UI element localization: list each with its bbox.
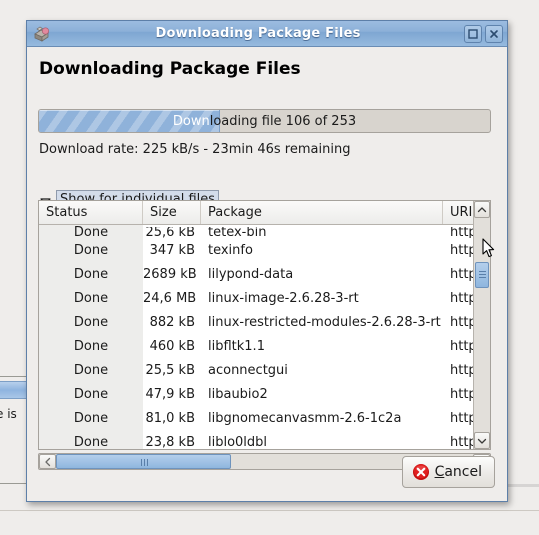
table-row[interactable]: Done25,5 kB aconnectgui http	[39, 358, 490, 382]
cell-status: Done	[39, 238, 143, 262]
column-header-uri[interactable]: URI	[443, 201, 473, 224]
cell-package: aconnectgui	[208, 362, 288, 378]
chevron-down-icon[interactable]	[474, 432, 490, 449]
cancel-label-rest: ancel	[444, 464, 482, 480]
dialog-title: Downloading Package Files	[155, 26, 361, 41]
table-row[interactable]: Done 882 kB linux-restricted-modules-2.6.2…	[39, 310, 490, 334]
list-rows-container: Done25,6 kBtetex-binhttpDone347 kBtexinf…	[39, 225, 490, 449]
table-row[interactable]: Done81,0 kB libgnomecanvasmm-2.6-1c2a http	[39, 406, 490, 430]
cancel-button-label: Cancel	[435, 464, 482, 480]
progress-label-over-fill: Down	[172, 113, 210, 129]
cell-size: 81,0 kB	[145, 410, 195, 426]
cell-size: 2689 kB	[143, 266, 197, 282]
scrollbar-grip	[140, 459, 142, 466]
cell-package: texinfo	[208, 242, 253, 258]
cell-status: Done	[39, 262, 143, 286]
cell-uri: http	[450, 314, 473, 330]
cell-status: Done	[39, 225, 143, 238]
cell-package: libfltk1.1	[208, 338, 265, 354]
cell-uri: http	[450, 362, 473, 378]
cell-package: libgnomecanvasmm-2.6-1c2a	[208, 410, 402, 426]
cell-uri: http	[450, 227, 473, 238]
cell-uri: http	[450, 242, 473, 258]
cell-status: Done	[39, 358, 143, 382]
desktop-background: e is Downloading Package Files	[0, 0, 539, 535]
vertical-scrollbar[interactable]	[473, 201, 490, 449]
column-header-size[interactable]: Size	[143, 201, 201, 224]
download-rate-status: Download rate: 225 kB/s - 23min 46s rema…	[39, 142, 351, 157]
cell-status: Done	[39, 430, 143, 449]
page-title: Downloading Package Files	[39, 59, 301, 79]
cell-status: Done	[39, 286, 143, 310]
cancel-button[interactable]: Cancel	[401, 456, 495, 488]
table-row[interactable]: Done 347 kB texinfo http	[39, 238, 490, 262]
table-row[interactable]: Done23,8 kB liblo0ldbl http	[39, 430, 490, 449]
cell-size: 47,9 kB	[145, 386, 195, 402]
cell-uri: http	[450, 410, 473, 426]
vertical-scrollbar-thumb[interactable]	[475, 262, 489, 288]
chevron-left-icon[interactable]	[39, 454, 56, 469]
cell-uri: http	[450, 290, 473, 306]
cell-size: 25,6 kB	[145, 227, 195, 238]
cell-uri: http	[450, 386, 473, 402]
cell-package: tetex-bin	[208, 227, 267, 238]
cell-package: libaubio2	[208, 386, 268, 402]
dialog-body: Downloading Package Files Down loading fi…	[27, 47, 507, 501]
cell-uri: http	[450, 434, 473, 450]
cell-size: 23,8 kB	[145, 434, 195, 450]
cell-package: lilypond-data	[208, 266, 294, 282]
progress-bar-label: Down loading file 106 of 253	[39, 110, 490, 132]
cell-size: 24,6 MB	[143, 290, 197, 306]
column-header-status[interactable]: Status	[39, 201, 143, 224]
cell-package: liblo0ldbl	[208, 434, 268, 450]
progress-label-over-track: loading file 106 of 253	[209, 113, 357, 129]
cell-status: Done	[39, 382, 143, 406]
cancel-circle-icon	[412, 463, 430, 481]
table-row[interactable]: Done 460 kB libfltk1.1 http	[39, 334, 490, 358]
table-row[interactable]: Done2689 kB lilypond-data http	[39, 262, 490, 286]
cell-status: Done	[39, 310, 143, 334]
desktop-divider	[0, 510, 539, 511]
scrollbar-grip	[479, 271, 486, 272]
cell-uri: http	[450, 338, 473, 354]
cell-size: 882 kB	[149, 314, 195, 330]
cell-size: 347 kB	[149, 242, 195, 258]
downloading-package-files-dialog: Downloading Package Files Downloading Pa…	[26, 20, 508, 502]
cell-size: 25,5 kB	[145, 362, 195, 378]
cell-package: linux-image-2.6.28-3-rt	[208, 290, 359, 306]
list-column-headers: Status Size Package URI	[39, 201, 490, 225]
cell-status: Done	[39, 406, 143, 430]
table-row[interactable]: Done47,9 kB libaubio2 http	[39, 382, 490, 406]
column-header-package[interactable]: Package	[201, 201, 443, 224]
chevron-up-icon[interactable]	[474, 201, 490, 218]
dialog-titlebar[interactable]: Downloading Package Files	[27, 21, 507, 47]
cell-status: Done	[39, 334, 143, 358]
table-row[interactable]: Done25,6 kB tetex-bin http	[39, 225, 490, 238]
cancel-mnemonic: C	[434, 464, 445, 480]
close-button[interactable]	[485, 24, 503, 43]
maximize-button[interactable]	[464, 24, 482, 43]
download-progress-bar: Down loading file 106 of 253	[38, 109, 491, 133]
table-row[interactable]: Done24,6 MB linux-image-2.6.28-3-rt http	[39, 286, 490, 310]
package-list-view[interactable]: Status Size Package URI Done 25,6 kB tetex…	[38, 200, 491, 450]
horizontal-scrollbar-thumb[interactable]	[56, 454, 231, 469]
cell-size: 460 kB	[149, 338, 195, 354]
package-icon	[33, 25, 51, 43]
background-window-text: e is	[0, 407, 17, 421]
cell-package: linux-restricted-modules-2.6.28-3-rt	[208, 314, 441, 330]
cell-uri: http	[450, 266, 473, 282]
